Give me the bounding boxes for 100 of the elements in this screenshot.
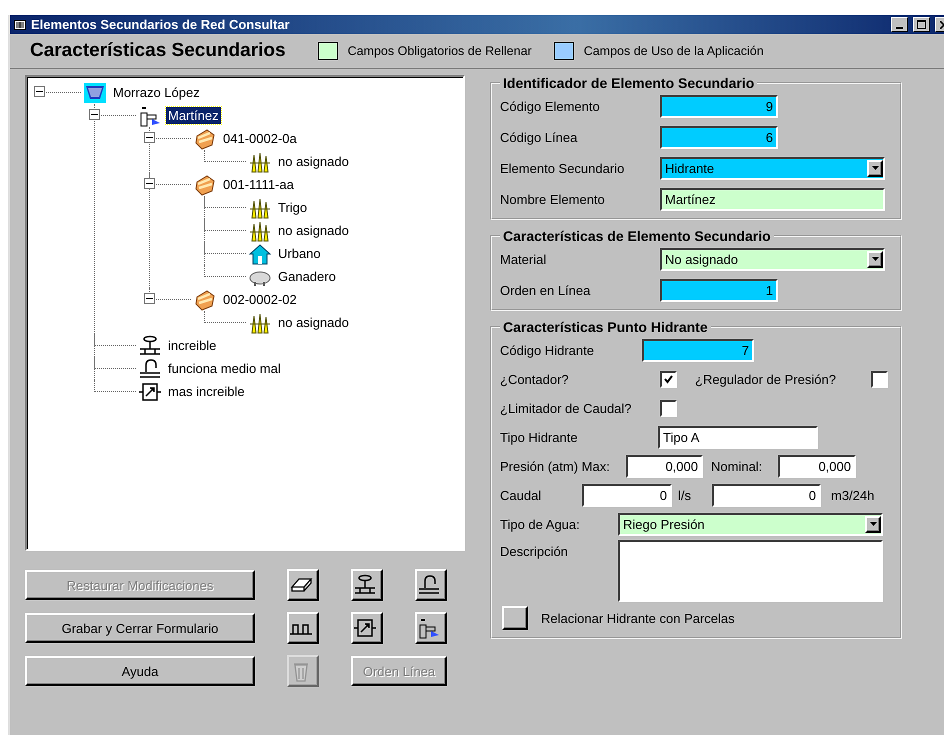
parcel-icon: [193, 288, 217, 310]
minimize-button[interactable]: [891, 17, 908, 32]
field-label: Tipo de Agua:: [500, 516, 581, 532]
tree-item[interactable]: mas increible: [166, 383, 247, 400]
input-field[interactable]: 0: [582, 484, 672, 506]
tree-item[interactable]: 001-1111-aa: [221, 176, 296, 193]
toolbar-button[interactable]: [287, 569, 319, 601]
field-label: Tipo Hidrante: [500, 430, 579, 444]
form-button[interactable]: Ayuda: [25, 656, 255, 686]
form-button[interactable]: Grabar y Cerrar Formulario: [25, 613, 255, 643]
field-label: Presión (atm) Max:: [500, 458, 611, 474]
checkbox-label: ¿Regulador de Presión?: [695, 372, 837, 386]
arrow-box-icon: [353, 617, 377, 639]
valve-icon: [353, 574, 377, 596]
checkbox[interactable]: [871, 370, 888, 388]
field-label: Elemento Secundario: [500, 160, 626, 176]
tree-item[interactable]: 041-0002-0a: [221, 130, 299, 147]
input-field[interactable]: 0,000: [626, 454, 703, 478]
combo-box[interactable]: Hidrante: [660, 156, 885, 180]
dropdown-button[interactable]: [867, 160, 883, 176]
tree-item[interactable]: no asignado: [276, 153, 351, 170]
minus-icon: [36, 88, 43, 95]
checkbox-label: ¿Contador?: [500, 372, 570, 386]
input-field[interactable]: 1: [660, 278, 778, 302]
toolbar-button[interactable]: [351, 612, 383, 644]
toolbar-button[interactable]: [415, 569, 447, 601]
maximize-icon: [917, 20, 926, 29]
tree-item[interactable]: funciona medio mal: [166, 360, 283, 377]
window-title: Elementos Secundarios de Red Consultar: [31, 17, 291, 32]
tap-icon: [417, 617, 441, 639]
house-icon: [248, 242, 272, 264]
input-field[interactable]: 7: [642, 338, 754, 362]
minus-icon: [146, 180, 153, 187]
tap-icon: [138, 104, 162, 126]
arrow-box-icon: [138, 380, 162, 402]
minus-icon: [146, 134, 153, 141]
dropdown-button[interactable]: [865, 516, 881, 532]
group-title: Características de Elemento Secundario: [502, 228, 772, 244]
field-label: Caudal: [500, 488, 542, 502]
tree-item[interactable]: 002-0002-02: [221, 291, 299, 308]
description-field[interactable]: [618, 540, 883, 602]
dropdown-button[interactable]: [867, 250, 883, 268]
input-field[interactable]: Martínez: [660, 188, 885, 210]
collapse-toggle[interactable]: [34, 86, 45, 97]
wheat-icon: [248, 196, 272, 218]
wheat-icon: [248, 150, 272, 172]
valve-icon: [138, 334, 162, 356]
parcel-icon: [193, 174, 217, 196]
input-field[interactable]: 6: [660, 126, 778, 148]
tree-item[interactable]: Morrazo López: [111, 84, 202, 101]
field-label: Código Línea: [500, 130, 578, 144]
collapse-toggle[interactable]: [144, 293, 155, 304]
field-label: Orden en Línea: [500, 282, 592, 298]
minus-icon: [146, 295, 153, 302]
unit-label: l/s: [678, 488, 692, 502]
minimize-icon: [896, 26, 903, 28]
tree-item[interactable]: Trigo: [276, 199, 310, 216]
checkbox[interactable]: [660, 400, 677, 416]
tree-item[interactable]: increible: [166, 337, 218, 354]
tree-item[interactable]: no asignado: [276, 222, 351, 239]
reservoir-icon: [83, 82, 107, 104]
wheat-icon: [248, 220, 272, 242]
maximize-button[interactable]: [913, 17, 930, 32]
field-label: Código Elemento: [500, 98, 601, 114]
relate-button[interactable]: [502, 606, 528, 630]
field-label: Código Hidrante: [500, 342, 595, 358]
toolbar-button[interactable]: [415, 612, 447, 644]
checkbox-label: ¿Limitador de Caudal?: [500, 400, 633, 416]
tree-item[interactable]: no asignado: [276, 314, 351, 331]
form-heading: Características Secundarios: [30, 40, 286, 62]
collapse-toggle[interactable]: [89, 109, 100, 120]
input-field[interactable]: 9: [660, 94, 778, 118]
input-field[interactable]: 0: [712, 484, 821, 506]
parcel-icon: [193, 128, 217, 150]
combo-box[interactable]: No asignado: [660, 248, 885, 270]
collapse-toggle[interactable]: [144, 178, 155, 189]
collapse-toggle[interactable]: [144, 132, 155, 143]
minus-icon: [91, 111, 98, 118]
button-caption: Relacionar Hidrante con Parcelas: [541, 610, 735, 626]
wheat-icon: [248, 312, 272, 334]
tree-item[interactable]: Martínez: [166, 107, 221, 124]
check-mark-icon: [664, 374, 673, 384]
legend-label: Campos de Uso de la Aplicación: [584, 44, 764, 58]
tree-item[interactable]: Urbano: [276, 245, 323, 262]
caret-icon: [872, 257, 878, 261]
input-field[interactable]: Tipo A: [658, 426, 818, 448]
toolbar-button[interactable]: [287, 612, 319, 644]
checkbox[interactable]: [660, 370, 677, 388]
toolbar-button[interactable]: [351, 569, 383, 601]
field-label: Material: [500, 252, 548, 266]
faucet-icon: [138, 358, 162, 380]
field-label: Descripción: [500, 543, 569, 559]
input-field[interactable]: 0,000: [778, 454, 856, 478]
combo-box[interactable]: Riego Presión: [618, 512, 883, 536]
field-label: Nombre Elemento: [500, 192, 606, 206]
tree-item[interactable]: Ganadero: [276, 268, 338, 285]
legend-label: Campos Obligatorios de Rellenar: [348, 44, 532, 58]
caret-icon: [870, 522, 876, 526]
field-label: Nominal:: [711, 458, 764, 474]
form-icon: [14, 20, 26, 30]
